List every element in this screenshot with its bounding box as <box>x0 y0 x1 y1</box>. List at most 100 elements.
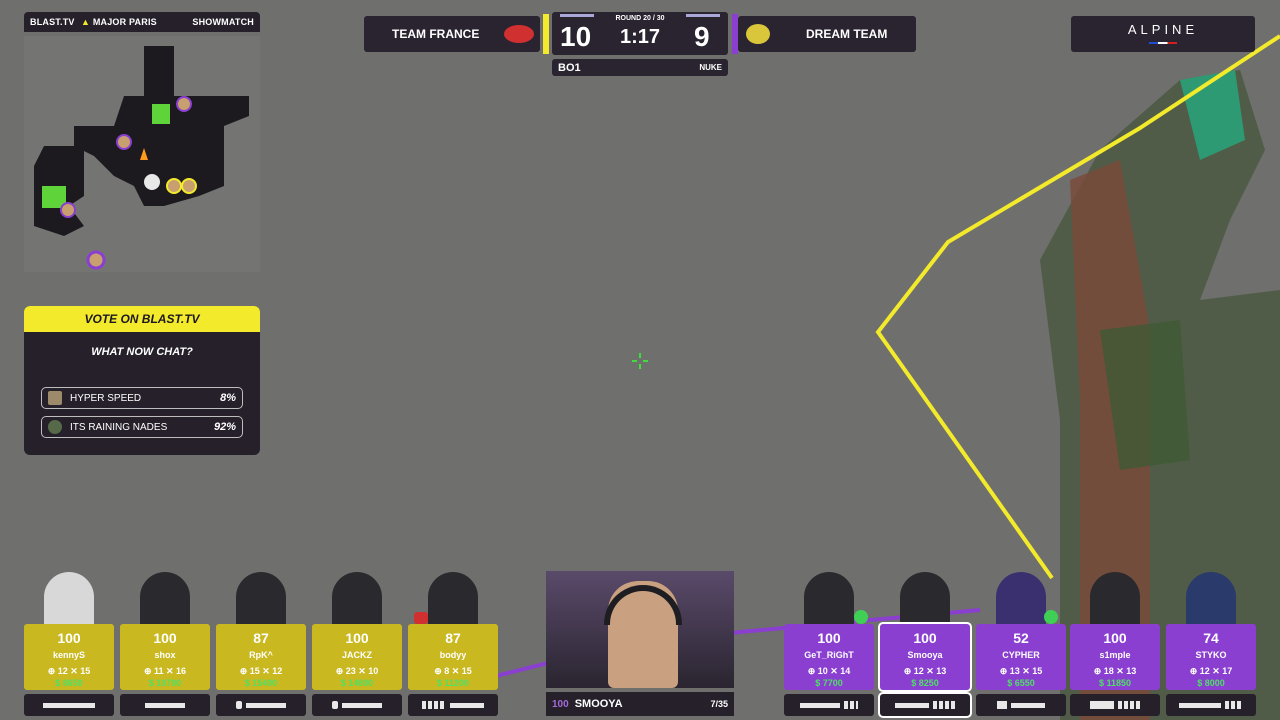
minimap-header: BLAST.TV ▲ MAJOR PARIS SHOWMATCH <box>24 12 260 32</box>
player-name: JACKZ <box>341 650 372 660</box>
weapon-slot <box>1166 694 1256 716</box>
player-photo <box>428 572 478 628</box>
player-info: 100 GeT_RiGhT ⊕ 10 ✕ 14 $ 7700 <box>784 624 874 690</box>
player-hp: 100 <box>57 630 81 646</box>
weapon-slot <box>976 694 1066 716</box>
score-panel: ROUND 20 / 30 10 1:17 9 <box>552 12 728 55</box>
vote-header: VOTE ON BLAST.TV <box>24 306 260 332</box>
rifle-icon <box>43 702 95 708</box>
smoke-icon <box>144 174 160 190</box>
player-kd: ⊕ 12 ✕ 13 <box>903 666 947 676</box>
defuse-kit-icon <box>854 610 868 624</box>
grenades-icon <box>1118 701 1140 709</box>
rifle-icon <box>450 702 484 708</box>
player-marker-icon <box>176 96 192 112</box>
player-money: $ 11200 <box>436 678 470 688</box>
player-photo <box>1186 572 1236 628</box>
player-name: RpK^ <box>249 650 273 660</box>
player-name: shox <box>154 650 176 660</box>
grenade-icon <box>844 701 858 709</box>
team-left-panel: TEAM FRANCE <box>364 16 540 52</box>
player-camera <box>546 571 734 688</box>
grenade-icon <box>332 701 338 709</box>
player-card-smooya: 100 Smooya ⊕ 12 ✕ 13 $ 8250 <box>878 572 972 692</box>
vote-option-raining-nades[interactable]: ITS RAINING NADES 92% <box>41 416 243 438</box>
team-left-accent <box>543 14 549 54</box>
player-name: s1mple <box>1099 650 1131 660</box>
smg-icon <box>1090 701 1114 709</box>
player-money: $ 7700 <box>815 678 843 688</box>
player-info: 100 shox ⊕ 11 ✕ 16 $ 10700 <box>120 624 210 690</box>
weapon-slot <box>120 694 210 716</box>
horse-icon <box>48 391 62 405</box>
team-right-logo-icon <box>746 24 770 44</box>
match-format-bar: BO1 NUKE <box>552 59 728 76</box>
player-kd: ⊕ 15 ✕ 12 <box>239 666 283 676</box>
player-photo <box>236 572 286 628</box>
player-card-kennys: 100 kennyS ⊕ 12 ✕ 15 $ 8650 <box>24 572 114 690</box>
player-name: Smooya <box>907 650 943 660</box>
player-card-rpk: 87 RpK^ ⊕ 15 ✕ 12 $ 15400 <box>216 572 306 690</box>
rifle-icon <box>246 702 286 708</box>
rifle-icon <box>895 702 929 708</box>
player-money: $ 14800 <box>340 678 374 688</box>
grenades-icon <box>1225 701 1243 709</box>
player-name: GeT_RiGhT <box>804 650 854 660</box>
player-marker-icon <box>116 134 132 150</box>
player-info: 87 bodyy ⊕ 8 ✕ 15 $ 11200 <box>408 624 498 690</box>
player-money: $ 10700 <box>148 678 182 688</box>
player-kd: ⊕ 12 ✕ 15 <box>47 666 91 676</box>
player-hp: 100 <box>1103 630 1127 646</box>
weapon-slot <box>1070 694 1160 716</box>
weapon-slot-selected <box>878 692 972 718</box>
major-logo-icon: ▲ <box>81 17 91 27</box>
match-format: BO1 <box>558 61 581 74</box>
player-marker-icon <box>166 178 182 194</box>
player-kd: ⊕ 13 ✕ 15 <box>999 666 1043 676</box>
grenade-icon <box>48 420 62 434</box>
team-right-panel: DREAM TEAM <box>738 16 916 52</box>
player-card-s1mple: 100 s1mple ⊕ 18 ✕ 13 $ 11850 <box>1070 572 1160 690</box>
player-info: 87 RpK^ ⊕ 15 ✕ 12 $ 15400 <box>216 624 306 690</box>
defuse-kit-icon <box>1044 610 1058 624</box>
bombsite-a-icon <box>152 104 170 124</box>
pistol-icon <box>997 701 1007 709</box>
player-money: $ 8650 <box>55 678 83 688</box>
weapon-slot <box>312 694 402 716</box>
rifle-icon <box>145 702 185 708</box>
rifle-icon <box>342 702 382 708</box>
grenades-icon <box>933 701 955 709</box>
sponsor-panel: ALPINE <box>1071 16 1255 52</box>
spectated-hp: 100 <box>552 698 569 710</box>
player-card-styko: 74 STYKO ⊕ 12 ✕ 17 $ 8000 <box>1166 572 1256 690</box>
player-money: $ 8000 <box>1197 678 1225 688</box>
player-info: 100 JACKZ ⊕ 23 ✕ 10 $ 14800 <box>312 624 402 690</box>
player-photo <box>900 572 950 628</box>
player-card-jackz: 100 JACKZ ⊕ 23 ✕ 10 $ 14800 <box>312 572 402 690</box>
vote-question: WHAT NOW CHAT? <box>91 346 193 358</box>
player-kd: ⊕ 23 ✕ 10 <box>335 666 379 676</box>
player-photo <box>140 572 190 628</box>
player-photo <box>996 572 1046 628</box>
minimap-center-label: ▲ MAJOR PARIS <box>81 17 157 27</box>
player-card-cypher: 52 CYPHER ⊕ 13 ✕ 15 $ 6550 <box>976 572 1066 690</box>
player-kd: ⊕ 10 ✕ 14 <box>807 666 851 676</box>
player-marker-icon <box>86 250 106 270</box>
vote-option-hyper-speed[interactable]: HYPER SPEED 8% <box>41 387 243 409</box>
spectated-ammo: 7/35 <box>710 699 728 709</box>
player-hp: 52 <box>1013 630 1029 646</box>
player-card-get-right: 100 GeT_RiGhT ⊕ 10 ✕ 14 $ 7700 <box>784 572 874 690</box>
grenade-icon <box>236 701 242 709</box>
player-photo <box>804 572 854 628</box>
player-money: $ 6550 <box>1007 678 1035 688</box>
player-money: $ 8250 <box>911 678 939 688</box>
player-money: $ 11850 <box>1098 678 1132 688</box>
spectated-name: SMOOYA <box>574 698 623 710</box>
rifle-icon <box>1179 702 1221 708</box>
bomb-carrier-icon <box>414 612 428 624</box>
grenades-icon <box>422 701 446 709</box>
vote-option-percent: 92% <box>213 421 236 433</box>
player-card-shox: 100 shox ⊕ 11 ✕ 16 $ 10700 <box>120 572 210 690</box>
minimap-layout <box>34 46 249 270</box>
player-name: kennyS <box>52 650 85 660</box>
